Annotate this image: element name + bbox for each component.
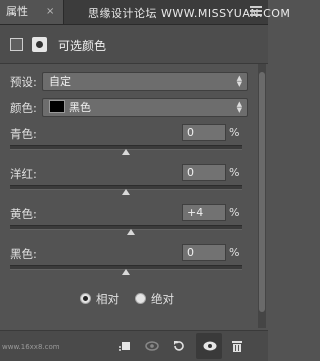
cyan-value-field[interactable]: 0 bbox=[182, 124, 226, 141]
chevron-updown-icon: ▲ ▼ bbox=[236, 100, 242, 114]
view-previous-icon[interactable] bbox=[144, 339, 160, 356]
cyan-unit: % bbox=[229, 126, 240, 139]
colors-select[interactable]: 黑色 ▲ ▼ bbox=[42, 98, 248, 117]
relative-label: 相对 bbox=[96, 292, 119, 306]
menu-icon[interactable] bbox=[250, 6, 262, 16]
black-label: 黑色: bbox=[10, 247, 37, 261]
preset-select-value: 自定 bbox=[49, 75, 71, 88]
cyan-slider-thumb[interactable] bbox=[122, 149, 130, 155]
site-watermark: www.16xx8.com bbox=[2, 343, 60, 351]
magenta-unit: % bbox=[229, 166, 240, 179]
cyan-label: 青色: bbox=[10, 127, 37, 141]
colors-select-value: 黑色 bbox=[69, 101, 91, 114]
yellow-slider-track[interactable] bbox=[10, 225, 242, 230]
adjustment-icon[interactable] bbox=[10, 38, 23, 51]
trash-icon[interactable] bbox=[230, 339, 244, 356]
preset-select[interactable]: 自定 ▲ ▼ bbox=[42, 72, 248, 91]
chevron-updown-icon: ▲ ▼ bbox=[236, 74, 242, 88]
tab-properties-label: 属性 bbox=[6, 5, 28, 18]
yellow-unit: % bbox=[229, 206, 240, 219]
panel-tabbar: 属性 × 思缘设计论坛 WWW.MISSYUAN.COM bbox=[0, 0, 290, 25]
mask-icon[interactable] bbox=[32, 37, 47, 52]
black-unit: % bbox=[229, 246, 240, 259]
black-slider-thumb[interactable] bbox=[122, 269, 130, 275]
panel-header: 可选颜色 bbox=[0, 25, 268, 64]
yellow-label: 黄色: bbox=[10, 207, 37, 221]
tab-properties[interactable]: 属性 × bbox=[0, 0, 64, 24]
colors-label: 颜色: bbox=[10, 101, 37, 115]
relative-radio[interactable] bbox=[80, 293, 91, 304]
close-icon[interactable]: × bbox=[46, 0, 60, 24]
yellow-slider-thumb[interactable] bbox=[127, 229, 135, 235]
reset-icon[interactable] bbox=[172, 339, 186, 356]
scrollbar-thumb[interactable] bbox=[259, 72, 265, 312]
scrollbar[interactable] bbox=[258, 64, 266, 328]
absolute-radio[interactable] bbox=[135, 293, 146, 304]
absolute-label: 绝对 bbox=[151, 292, 174, 306]
clip-to-layer-icon[interactable] bbox=[118, 339, 132, 356]
visibility-icon[interactable] bbox=[202, 339, 218, 356]
magenta-label: 洋红: bbox=[10, 167, 37, 181]
page-title: 可选颜色 bbox=[58, 39, 107, 53]
magenta-slider-thumb[interactable] bbox=[122, 189, 130, 195]
preset-label: 预设: bbox=[10, 75, 37, 89]
color-swatch bbox=[49, 100, 65, 113]
yellow-value-field[interactable]: +4 bbox=[182, 204, 226, 221]
black-value-field[interactable]: 0 bbox=[182, 244, 226, 261]
magenta-value-field[interactable]: 0 bbox=[182, 164, 226, 181]
